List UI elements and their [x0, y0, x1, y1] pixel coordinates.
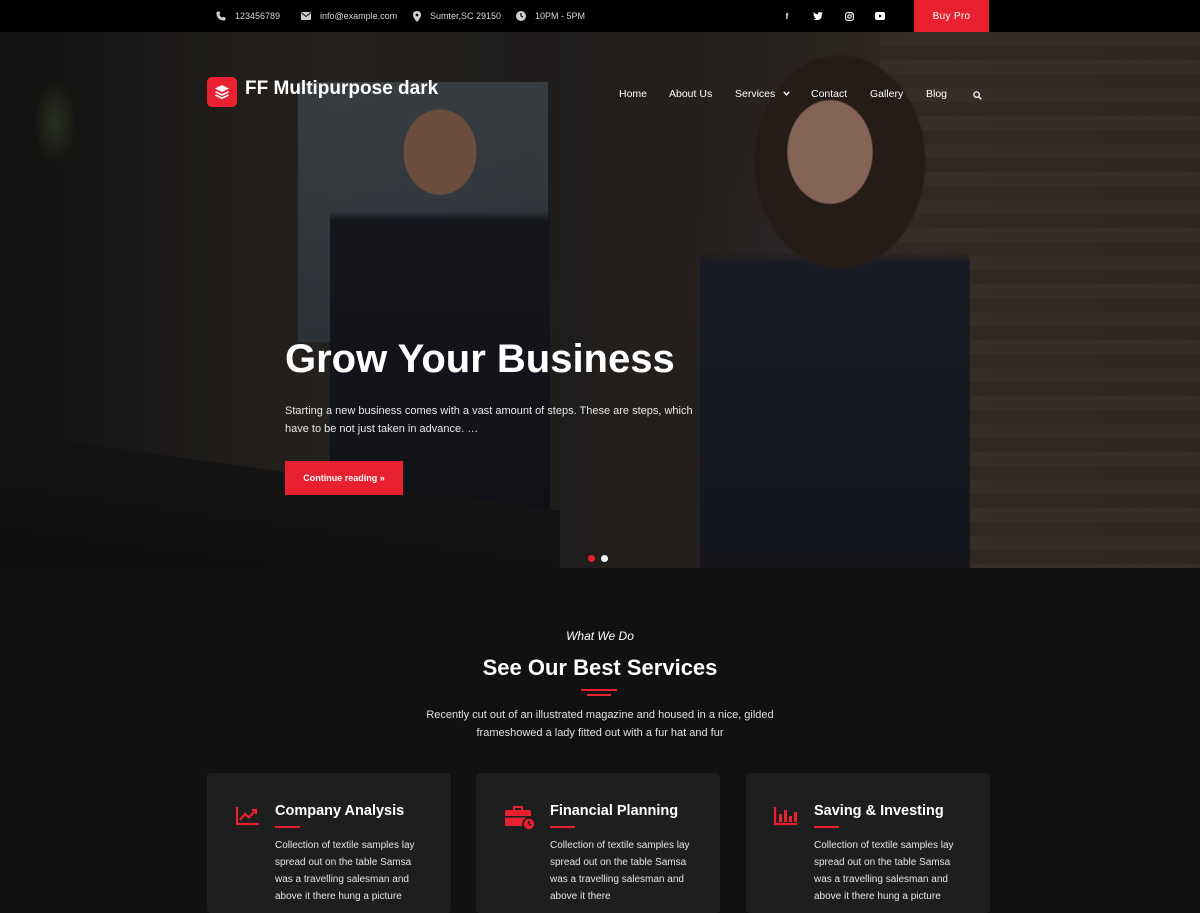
layers-icon [215, 85, 229, 100]
section-title: See Our Best Services [482, 655, 718, 680]
phone-text: 123456789 [235, 11, 281, 21]
email-text: info@example.com [320, 11, 398, 21]
address-text: Sumter,SC 29150 [430, 11, 502, 21]
phone-info[interactable]: 123456789 [216, 9, 280, 23]
nav-blog[interactable]: Blog [926, 88, 947, 100]
nav-services[interactable]: Services [735, 88, 775, 100]
chart-line-icon [235, 805, 265, 831]
section-description: Recently cut out of an illustrated magaz… [426, 709, 774, 739]
hero-slider: FF Multipurpose dark Home About Us Servi… [0, 32, 1200, 568]
card-text: Collection of textile samples lay spread… [550, 840, 690, 902]
email-info[interactable]: info@example.com [301, 9, 397, 23]
envelope-icon [301, 12, 311, 20]
card-text: Collection of textile samples lay spread… [814, 840, 954, 902]
card-divider [814, 826, 839, 828]
service-card-company-analysis[interactable]: Company Analysis Collection of textile s… [207, 773, 451, 913]
hero-overlay [0, 32, 1200, 568]
facebook-icon[interactable]: f [781, 10, 793, 22]
briefcase-clock-icon [504, 805, 536, 831]
slider-dot-2[interactable] [601, 555, 608, 562]
section-tagline: What We Do [566, 629, 634, 643]
hours-info: 10PM - 5PM [516, 9, 585, 23]
card-divider [275, 826, 300, 828]
nav-about-us[interactable]: About Us [669, 88, 712, 100]
buy-pro-button[interactable]: Buy Pro [914, 0, 989, 32]
card-text: Collection of textile samples lay spread… [275, 840, 415, 902]
search-icon[interactable] [973, 87, 982, 105]
hero-title: Grow Your Business [285, 337, 675, 381]
card-title: Saving & Investing [814, 803, 944, 819]
card-divider [550, 826, 575, 828]
site-logo[interactable] [207, 77, 237, 107]
slider-dot-1[interactable] [588, 555, 595, 562]
top-bar: 123456789 info@example.com Sumter,SC 291… [0, 0, 1200, 32]
address-info: Sumter,SC 29150 [413, 9, 501, 23]
service-card-financial-planning[interactable]: Financial Planning Collection of textile… [476, 773, 720, 913]
youtube-icon[interactable] [874, 10, 886, 22]
nav-home[interactable]: Home [619, 88, 647, 100]
card-title: Financial Planning [550, 803, 679, 819]
instagram-icon[interactable] [843, 10, 855, 22]
map-marker-icon [413, 10, 421, 22]
section-divider-short [587, 694, 611, 696]
chevron-down-icon[interactable] [783, 88, 790, 98]
nav-contact[interactable]: Contact [811, 88, 847, 100]
site-title[interactable]: FF Multipurpose dark [245, 78, 438, 100]
hours-text: 10PM - 5PM [535, 11, 586, 21]
continue-reading-button[interactable]: Continue reading » [285, 461, 403, 495]
section-divider [581, 689, 617, 691]
service-card-saving-investing[interactable]: Saving & Investing Collection of textile… [746, 773, 990, 913]
phone-icon [216, 11, 226, 21]
card-title: Company Analysis [275, 803, 405, 819]
nav-gallery[interactable]: Gallery [870, 88, 903, 100]
clock-icon [516, 11, 526, 21]
bar-chart-icon [773, 805, 803, 831]
hero-description: Starting a new business comes with a vas… [285, 405, 693, 435]
twitter-icon[interactable] [812, 10, 824, 22]
